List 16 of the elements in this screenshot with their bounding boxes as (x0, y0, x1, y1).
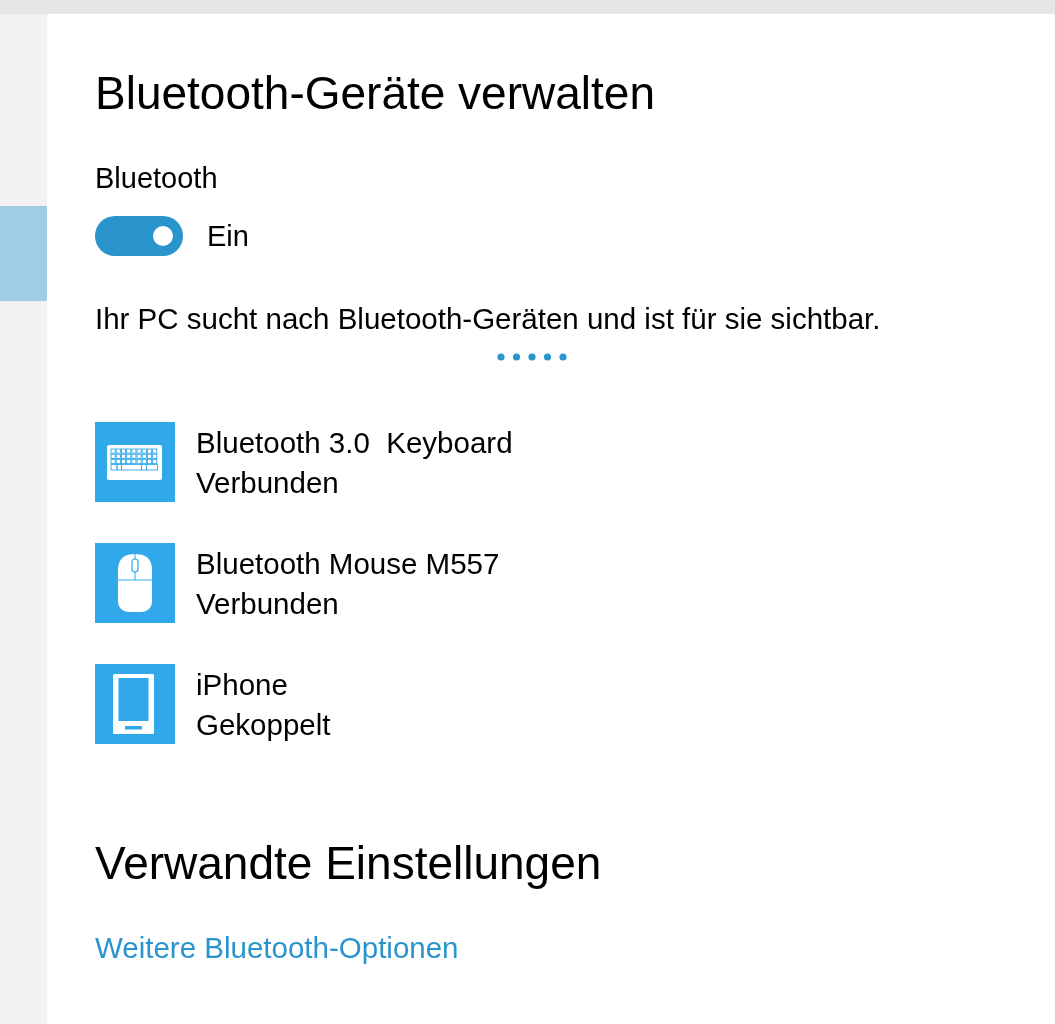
mouse-icon (95, 543, 175, 623)
device-status: Verbunden (196, 586, 340, 622)
toggle-state-label: Ein (207, 219, 249, 253)
searching-progress-icon (497, 353, 567, 361)
bluetooth-label: Bluetooth (95, 161, 218, 195)
device-name[interactable]: Bluetooth Mouse M557 (196, 544, 500, 584)
device-name[interactable]: Bluetooth 3.0 Keyboard (196, 423, 513, 463)
keyboard-icon (95, 422, 175, 502)
device-name[interactable]: iPhone (196, 665, 331, 705)
page-title: Bluetooth-Geräte verwalten (95, 67, 655, 119)
device-status: Gekoppelt (196, 707, 331, 743)
phone-icon (95, 664, 175, 744)
device-status: Verbunden (196, 465, 340, 501)
section-heading: Verwandte Einstellungen (95, 837, 602, 889)
status-description: Ihr PC sucht nach Bluetooth-Geräten und ist für sie sichtbar. (95, 302, 881, 336)
bluetooth-toggle[interactable] (95, 216, 183, 256)
